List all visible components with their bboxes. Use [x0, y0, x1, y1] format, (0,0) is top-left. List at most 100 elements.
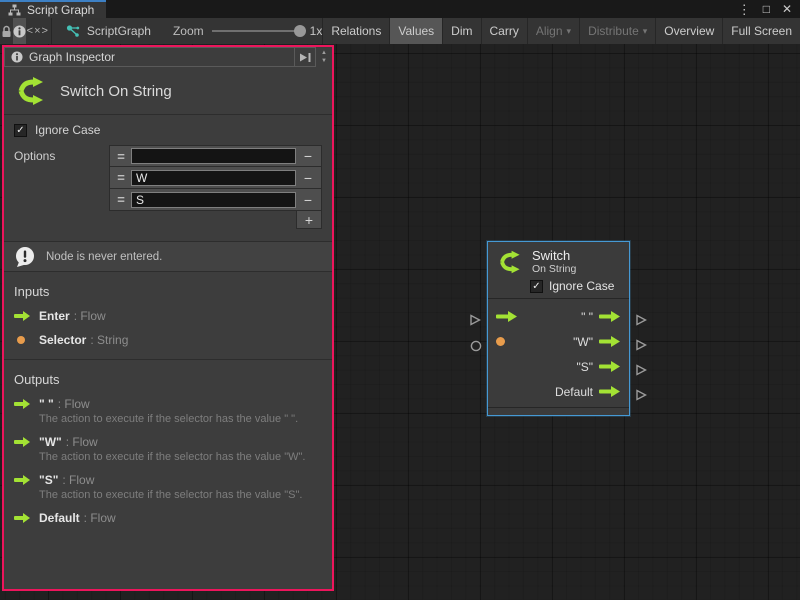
- ignore-case-label: Ignore Case: [35, 123, 100, 137]
- port-description: The action to execute if the selector ha…: [39, 451, 322, 463]
- option-input[interactable]: [131, 170, 296, 186]
- flow-port-icon: [14, 513, 31, 523]
- switch-icon: [14, 76, 48, 106]
- port-row: "W": [488, 329, 629, 354]
- zoom-slider[interactable]: [212, 30, 296, 32]
- output-port-row: Default : Flow: [14, 511, 322, 525]
- check-icon: ✓: [16, 125, 24, 136]
- output-port-row: "S" : Flow: [14, 473, 322, 487]
- port-description: The action to execute if the selector ha…: [39, 489, 322, 501]
- flow-output-port[interactable]: [599, 386, 621, 397]
- info-icon: [13, 25, 26, 38]
- external-output-port-w[interactable]: [634, 338, 648, 352]
- external-selector-input-port[interactable]: [470, 340, 482, 352]
- input-port-row: Selector : String: [14, 333, 322, 347]
- graph-breadcrumb[interactable]: ScriptGraph: [54, 18, 163, 44]
- external-output-port-space[interactable]: [634, 313, 648, 327]
- graph-toolbar: <×> ScriptGraph Zoom 1x Relations Values…: [0, 18, 800, 44]
- remove-option-button[interactable]: −: [296, 148, 320, 164]
- option-row: = −: [109, 189, 322, 211]
- option-input[interactable]: [131, 148, 296, 164]
- string-port-icon: [17, 336, 25, 344]
- inspector-toggle-button[interactable]: [13, 18, 26, 44]
- add-option-button[interactable]: +: [296, 211, 322, 229]
- dim-button[interactable]: Dim: [442, 18, 480, 44]
- remove-option-button[interactable]: −: [296, 170, 320, 186]
- output-port-row: "W" : Flow: [14, 435, 322, 449]
- external-output-port-s[interactable]: [634, 363, 648, 377]
- external-flow-input-port[interactable]: [468, 313, 482, 327]
- drag-handle-icon[interactable]: =: [111, 192, 131, 207]
- drag-handle-icon[interactable]: =: [111, 170, 131, 185]
- chevron-down-icon: ▾: [567, 26, 572, 37]
- port-row: " ": [488, 304, 629, 329]
- dock-inspector-button[interactable]: [295, 47, 316, 67]
- align-dropdown[interactable]: Align ▾: [527, 18, 579, 44]
- flow-port-icon: [14, 475, 31, 485]
- graph-inspector-panel: Graph Inspector ▲ ▼ Switch On String: [2, 45, 334, 591]
- output-port-row: " " : Flow: [14, 397, 322, 411]
- lock-icon: [1, 25, 12, 38]
- ignore-case-checkbox[interactable]: ✓: [14, 124, 27, 137]
- overview-button[interactable]: Overview: [655, 18, 722, 44]
- flow-port-icon: [14, 399, 31, 409]
- option-row: = −: [109, 167, 322, 189]
- code-view-button[interactable]: <×>: [26, 18, 49, 44]
- external-output-port-default[interactable]: [634, 388, 648, 402]
- node-subtitle: On String: [532, 263, 576, 275]
- inspector-node-title: Switch On String: [60, 83, 172, 100]
- scroll-down-button[interactable]: ▼: [321, 58, 327, 64]
- flow-output-port[interactable]: [599, 336, 621, 347]
- relations-button[interactable]: Relations: [322, 18, 389, 44]
- script-graph-icon: [66, 25, 80, 38]
- tab-title: Script Graph: [27, 3, 94, 17]
- remove-option-button[interactable]: −: [296, 192, 320, 208]
- node-header[interactable]: Switch On String ✓ Ignore Case: [488, 242, 629, 298]
- node-ignore-case-checkbox[interactable]: ✓: [530, 280, 543, 293]
- port-row: "S": [488, 354, 629, 379]
- outputs-header: Outputs: [14, 372, 322, 387]
- warning-banner: Node is never entered.: [4, 241, 332, 272]
- outputs-section: Outputs " " : Flow The action to execute…: [4, 372, 332, 525]
- node-title: Switch: [532, 248, 576, 263]
- tab-script-graph[interactable]: Script Graph: [0, 0, 106, 18]
- distribute-dropdown[interactable]: Distribute ▾: [579, 18, 655, 44]
- zoom-label: Zoom: [173, 24, 204, 38]
- node-ports: " " "W": [488, 298, 629, 407]
- code-icon: <×>: [27, 25, 49, 37]
- flow-output-port[interactable]: [599, 311, 621, 322]
- option-row: = −: [109, 145, 322, 167]
- maximize-icon[interactable]: □: [763, 3, 770, 15]
- port-row: Default: [488, 379, 629, 404]
- scroll-up-button[interactable]: ▲: [321, 50, 327, 56]
- selector-input-port[interactable]: [496, 337, 505, 346]
- switch-on-string-node[interactable]: Switch On String ✓ Ignore Case: [487, 241, 630, 416]
- inspector-title-bar: Graph Inspector: [4, 47, 295, 67]
- options-label: Options: [14, 145, 109, 229]
- flow-input-port[interactable]: [496, 311, 518, 322]
- output-port-label: " ": [581, 310, 593, 324]
- option-input[interactable]: [131, 192, 296, 208]
- script-graph-window: Script Graph ⋮ □ ✕ <×>: [0, 0, 800, 600]
- close-icon[interactable]: ✕: [782, 3, 792, 15]
- zoom-value: 1x: [310, 24, 323, 38]
- output-port-label: Default: [555, 385, 593, 399]
- kebab-menu-icon[interactable]: ⋮: [738, 3, 751, 16]
- toolbar-buttons: Relations Values Dim Carry Align ▾ Distr…: [322, 18, 800, 44]
- zoom-control: Zoom 1x: [173, 18, 322, 44]
- flow-output-port[interactable]: [599, 361, 621, 372]
- node-ignore-case-label: Ignore Case: [549, 279, 614, 293]
- flow-port-icon: [14, 437, 31, 447]
- inputs-section: Inputs Enter : Flow Selector : String: [4, 284, 332, 347]
- zoom-slider-handle[interactable]: [294, 25, 306, 37]
- port-description: The action to execute if the selector ha…: [39, 413, 322, 425]
- values-button[interactable]: Values: [389, 18, 442, 44]
- switch-icon: [496, 250, 524, 274]
- drag-handle-icon[interactable]: =: [111, 149, 131, 164]
- info-icon: [11, 51, 23, 63]
- tab-bar: Script Graph ⋮ □ ✕: [0, 0, 800, 18]
- lock-button[interactable]: [0, 18, 13, 44]
- fullscreen-button[interactable]: Full Screen: [722, 18, 800, 44]
- carry-button[interactable]: Carry: [481, 18, 527, 44]
- flow-port-icon: [14, 311, 31, 321]
